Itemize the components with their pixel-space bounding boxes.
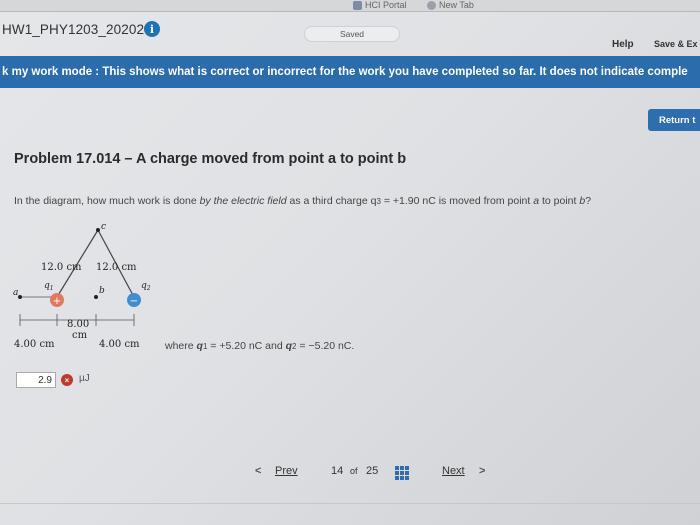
page-of-label: of [350,466,358,476]
return-button[interactable]: Return t [648,109,700,131]
question-map-grid-icon[interactable] [395,466,410,480]
label-right-distance: 4.00 cm [99,339,140,350]
check-my-work-banner: k my work mode : This shows what is corr… [0,56,700,88]
point-b-dot [94,295,98,299]
current-page: 14 [331,465,344,477]
help-link[interactable]: Help [612,39,634,50]
banner-text: k my work mode : This shows what is corr… [2,66,688,78]
label-a: a [13,288,18,298]
new-tab-favicon-icon [427,0,436,10]
prev-chevron-icon[interactable]: < [255,465,261,477]
browser-tab-strip: HCI Portal New Tab [0,0,700,12]
save-exit-link[interactable]: Save & Ex [654,39,698,49]
info-icon[interactable]: i [144,21,160,37]
answer-input[interactable]: 2.9 [16,372,56,388]
charge-q1-sign: + [53,296,61,307]
answer-unit: µJ [79,373,90,384]
label-c: c [101,222,106,232]
next-button[interactable]: Next [442,465,465,477]
browser-tab-new[interactable]: New Tab [427,0,474,10]
label-b: b [99,286,105,296]
label-q2: q2 [141,281,151,292]
browser-tab-portal[interactable]: HCI Portal [353,0,407,10]
point-c-dot [96,228,100,232]
label-mid-distance: 8.00 [67,319,89,330]
problem-title: Problem 17.014 – A charge moved from poi… [14,151,407,167]
question-text: In the diagram, how much work is done by… [14,195,592,207]
total-pages: 25 [366,465,379,477]
charge-q2-sign: − [130,296,138,307]
footer-divider [0,503,700,504]
saved-status: Saved [304,26,400,42]
assignment-title: HW1_PHY1203_202020 [2,22,152,37]
wrong-answer-icon: × [61,374,73,386]
label-side-right: 12.0 cm [96,262,137,273]
label-q1: q1 [44,281,54,292]
charge-values-text: where q1 = +5.20 nC and q2 = −5.20 nC. [165,340,355,352]
prev-button[interactable]: Prev [275,465,298,477]
next-chevron-icon[interactable]: > [479,465,485,477]
label-left-distance: 4.00 cm [14,339,55,350]
label-mid-unit: cm [72,330,88,341]
charge-diagram: + − c a b q1 q2 12.0 cm 12.0 cm 8.00 cm … [13,222,151,350]
assignment-header: HW1_PHY1203_202020 i Saved Help Save & E… [0,12,700,60]
portal-favicon-icon [353,0,362,10]
label-side-left: 12.0 cm [41,262,82,273]
point-a-dot [18,295,22,299]
